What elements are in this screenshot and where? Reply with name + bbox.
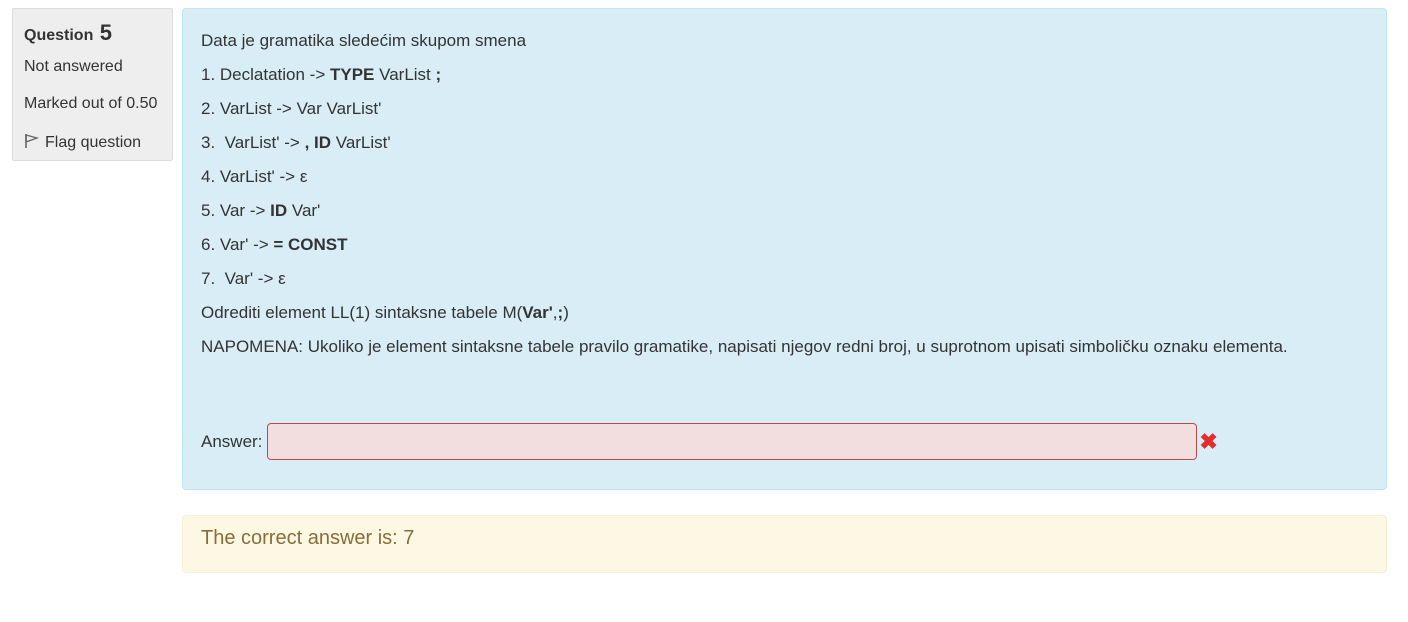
grammar-rule: 1. Declatation -> TYPE VarList ; <box>201 65 442 84</box>
grammar-rule: 5. Var -> ID Var' <box>201 201 321 220</box>
feedback-outcome: The correct answer is: 7 <box>182 515 1387 573</box>
question-intro: Data je gramatika sledećim skupom smena <box>201 31 527 50</box>
question-info-panel: Question 5 Not answered Marked out of 0.… <box>12 8 173 161</box>
question-grade: Marked out of 0.50 <box>24 95 158 112</box>
question-task: Odrediti element LL(1) sintaksne tabele … <box>201 303 569 322</box>
answer-label: Answer: <box>201 431 263 451</box>
flag-question-link[interactable]: Flag question <box>24 131 141 154</box>
grammar-rule: 2. VarList -> Var VarList' <box>201 99 382 118</box>
answer-row: Answer: ✖ <box>201 423 1218 460</box>
incorrect-x-icon: ✖ <box>1199 428 1218 454</box>
flag-question-label: Flag question <box>45 133 142 151</box>
grammar-rule: 4. VarList' -> ε <box>201 167 308 186</box>
flag-icon <box>24 131 45 154</box>
grammar-rule: 3. VarList' -> , ID VarList' <box>201 133 391 152</box>
question-number: 5 <box>99 20 113 45</box>
correct-answer-text: The correct answer is: 7 <box>201 527 415 549</box>
grammar-rule: 7. Var' -> ε <box>201 269 286 288</box>
question-text: Data je gramatika sledećim skupom smena … <box>201 31 1371 371</box>
question-state: Not answered <box>24 58 123 75</box>
question-formulation: Data je gramatika sledećim skupom smena … <box>182 8 1387 490</box>
question-number-heading: Question 5 <box>24 20 112 46</box>
grammar-rule: 6. Var' -> = CONST <box>201 235 348 254</box>
question-note: NAPOMENA: Ukoliko je element sintaksne t… <box>201 337 1288 356</box>
answer-input[interactable] <box>267 423 1198 460</box>
question-label: Question <box>24 27 94 44</box>
